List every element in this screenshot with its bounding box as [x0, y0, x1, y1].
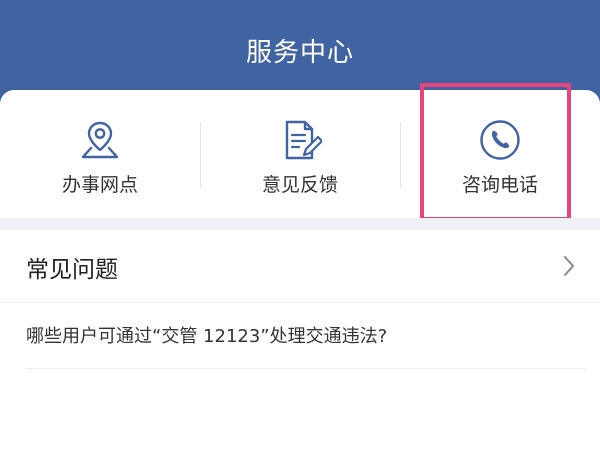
divider [0, 302, 600, 303]
faq-section-header[interactable]: 常见问题 [0, 230, 600, 302]
service-outlets-button[interactable]: 办事网点 [0, 90, 200, 218]
divider [26, 368, 586, 369]
faq-list-item[interactable]: 哪些用户可通过“交管 12123”处理交通违法? [26, 322, 586, 348]
service-center-page: 服务中心 办事网点 意见反馈 咨询电话 常见问题 哪些用户可通过“交管 1212… [0, 0, 600, 450]
chevron-right-icon [564, 256, 574, 276]
service-label: 意见反馈 [261, 174, 338, 196]
service-label: 办事网点 [61, 174, 138, 196]
highlight-box [420, 83, 571, 221]
faq-title: 常见问题 [26, 257, 118, 283]
location-map-icon [81, 121, 119, 159]
section-separator [0, 218, 600, 230]
service-feedback-button[interactable]: 意见反馈 [200, 90, 400, 218]
page-title: 服务中心 [245, 38, 354, 68]
feedback-document-icon [285, 120, 322, 160]
